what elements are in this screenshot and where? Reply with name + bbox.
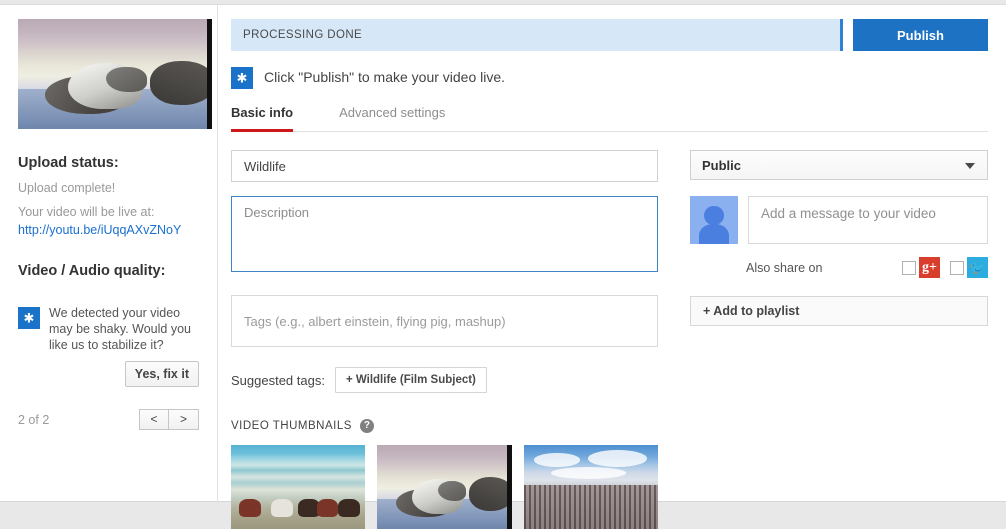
google-plus-checkbox[interactable] [902, 260, 916, 275]
thumbnail-bird-colony[interactable] [523, 445, 658, 529]
main-content-panel: PROCESSING DONE Publish Click "Publish" … [219, 5, 1006, 529]
thumbnail-letterbox-bar [506, 445, 512, 529]
horse-shape [239, 498, 261, 518]
processing-progress-bar: PROCESSING DONE [231, 19, 843, 51]
tab-basic-info[interactable]: Basic info [231, 105, 294, 132]
publish-button[interactable]: Publish [853, 19, 988, 51]
suggested-tags-label: Suggested tags: [231, 372, 325, 388]
video-url-link[interactable]: http://youtu.be/iUqqAXvZNoY [18, 223, 201, 237]
fix-it-row: Yes, fix it [18, 361, 201, 387]
seal-right-shape [149, 60, 212, 105]
also-share-row: Also share on g+ [690, 257, 988, 278]
quality-message-text: We detected your video may be shaky. Wou… [49, 306, 191, 352]
avatar-head-shape [704, 205, 724, 225]
upload-page: Upload status: Upload complete! Your vid… [0, 4, 1006, 529]
form-area: Suggested tags: + Wildlife (Film Subject… [231, 150, 988, 529]
pager-count-label: 2 of 2 [18, 412, 50, 427]
add-to-playlist-button[interactable]: + Add to playlist [690, 296, 988, 326]
share-message-input[interactable] [748, 196, 988, 244]
thumbnail-seals-on-ice[interactable] [377, 445, 512, 529]
tab-bar: Basic info Advanced settings [231, 105, 988, 132]
also-share-label: Also share on [746, 260, 823, 275]
pager-prev-button[interactable]: < [139, 409, 169, 430]
share-message-row [690, 196, 988, 244]
horse-shape [316, 498, 339, 518]
quality-message-block: We detected your video may be shaky. Wou… [18, 305, 201, 353]
video-thumbnails-label: VIDEO THUMBNAILS [231, 420, 352, 432]
seal-center-shape [68, 63, 147, 110]
video-audio-quality-title: Video / Audio quality: [18, 263, 166, 279]
horse-shape [271, 498, 293, 518]
thumbnail-horses-on-beach[interactable] [231, 445, 366, 529]
pager-buttons: < > [139, 409, 199, 430]
suggested-tag-chip[interactable]: + Wildlife (Film Subject) [334, 367, 487, 393]
cloud-shape [534, 453, 581, 467]
video-live-at-label: Your video will be live at: [18, 205, 155, 219]
share-google-plus-pair: g+ [902, 257, 940, 278]
tab-advanced-settings[interactable]: Advanced settings [339, 105, 445, 132]
processing-row: PROCESSING DONE Publish [231, 19, 988, 51]
horse-shape [338, 498, 360, 518]
upload-status-title: Upload status: [18, 155, 119, 171]
seal-right-shape [468, 476, 512, 511]
publish-hint-text: Click "Publish" to make your video live. [264, 69, 506, 85]
video-thumbnails-header: VIDEO THUMBNAILS ? [231, 419, 658, 433]
privacy-select[interactable]: Public [690, 150, 988, 180]
upload-complete-text: Upload complete! [18, 181, 116, 195]
suggested-tags-row: Suggested tags: + Wildlife (Film Subject… [231, 367, 658, 393]
avatar-body-shape [699, 223, 729, 244]
form-right-column: Public Also share on g+ [690, 150, 988, 529]
thumbnail-letterbox-bar [207, 19, 212, 129]
share-twitter-pair [950, 257, 988, 278]
processing-status-label: PROCESSING DONE [243, 29, 363, 41]
description-textarea[interactable] [231, 196, 658, 272]
cloud-shape [588, 450, 648, 467]
chevron-down-icon [965, 163, 975, 169]
google-plus-icon[interactable]: g+ [919, 257, 940, 278]
seal-scene-graphic [377, 445, 512, 529]
asterisk-badge-icon [231, 67, 253, 89]
left-status-panel: Upload status: Upload complete! Your vid… [0, 5, 218, 503]
video-preview-thumbnail[interactable] [18, 19, 212, 129]
seal-scene-graphic [18, 19, 212, 129]
help-icon[interactable]: ? [359, 419, 374, 433]
privacy-select-value: Public [702, 157, 742, 173]
twitter-checkbox[interactable] [950, 260, 964, 275]
form-left-column: Suggested tags: + Wildlife (Film Subject… [231, 150, 658, 529]
pager-next-button[interactable]: > [169, 409, 199, 430]
yes-fix-it-button[interactable]: Yes, fix it [124, 361, 199, 387]
cloud-shape [550, 466, 626, 479]
twitter-icon[interactable] [967, 257, 988, 278]
publish-hint-row: Click "Publish" to make your video live. [231, 65, 988, 89]
seal-center-shape [412, 478, 467, 514]
bird-flock-shape [523, 485, 658, 529]
share-icon-group: g+ [902, 257, 988, 278]
asterisk-badge-icon [18, 307, 40, 329]
tags-input[interactable] [231, 295, 658, 347]
video-thumbnails-row [231, 445, 658, 529]
title-input[interactable] [231, 150, 658, 182]
avatar [690, 196, 738, 244]
suggestion-pager: 2 of 2 < > [18, 409, 201, 430]
